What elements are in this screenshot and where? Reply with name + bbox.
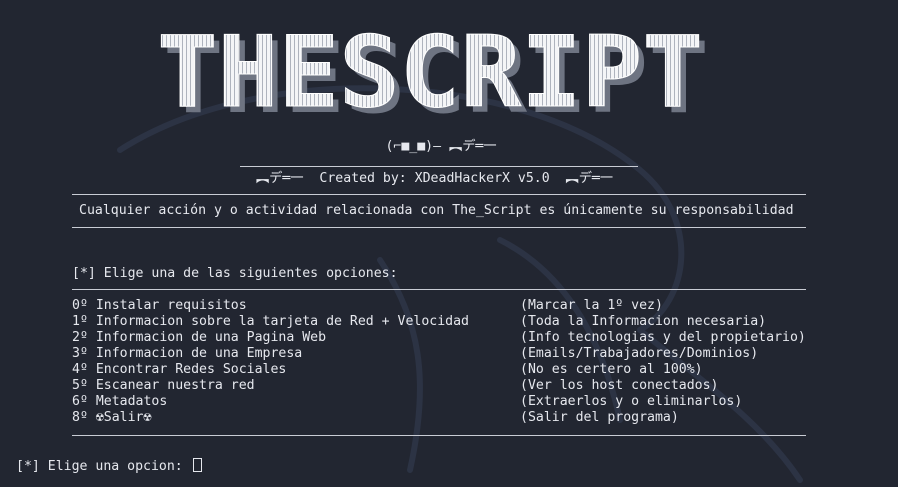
menu-option[interactable]: 5º Escanear nuestra red (Ver los host con…: [72, 378, 832, 394]
menu-option[interactable]: 2º Informacion de una Pagina Web (Info te…: [72, 330, 832, 346]
terminal-cursor[interactable]: [192, 458, 202, 472]
prompt-line[interactable]: [*] Elige una opcion:: [16, 458, 202, 475]
menu-option[interactable]: 6º Metadatos (Extraerlos y o eliminarlos): [72, 394, 832, 410]
disclaimer-text: Cualquier acción y o actividad relaciona…: [79, 203, 794, 218]
prompt-text: [*] Elige una opcion:: [16, 459, 191, 474]
gun-icon-left: ︻デ═一: [256, 171, 304, 186]
option-label: 1º Informacion sobre la tarjeta de Red +…: [72, 314, 469, 329]
divider: [72, 227, 806, 228]
option-label: 3º Informacion de una Empresa: [72, 346, 303, 361]
option-label: 8º ☢Salir☢: [72, 410, 152, 425]
option-description: (Marcar la 1º vez): [520, 298, 663, 313]
menu-heading: [*] Elige una de las siguientes opciones…: [72, 266, 398, 281]
ascii-face: (⌐■_■)– ︻デ═一: [385, 139, 497, 154]
option-label: 5º Escanear nuestra red: [72, 378, 255, 393]
option-description: (Salir del programa): [520, 410, 679, 425]
option-description: (Toda la Informacion necesaria): [520, 314, 767, 329]
logo-text: THESCRIPT: [157, 20, 703, 130]
divider: [72, 435, 806, 436]
option-description: (Extraerlos y o eliminarlos): [520, 394, 743, 409]
thescript-logo: THESCRIPT THESCRIPT: [157, 20, 710, 130]
menu-option[interactable]: 3º Informacion de una Empresa (Emails/Tra…: [72, 346, 832, 362]
menu-option[interactable]: 1º Informacion sobre la tarjeta de Red +…: [72, 314, 832, 330]
option-description: (No es certero al 100%): [520, 362, 703, 377]
option-description: (Ver los host conectados): [520, 378, 719, 393]
option-label: 6º Metadatos: [72, 394, 168, 409]
option-label: 0º Instalar requisitos: [72, 298, 247, 313]
option-label: 2º Informacion de una Pagina Web: [72, 330, 327, 345]
menu-option[interactable]: 8º ☢Salir☢ (Salir del programa): [72, 410, 832, 426]
menu-option[interactable]: 0º Instalar requisitos (Marcar la 1º vez): [72, 298, 832, 314]
credit-text: Created by: XDeadHackerX v5.0: [319, 171, 550, 186]
menu-option[interactable]: 4º Encontrar Redes Sociales (No es certer…: [72, 362, 832, 378]
divider: [72, 289, 806, 290]
option-description: (Info tecnologias y del propietario): [520, 330, 806, 345]
divider: [240, 166, 638, 167]
credit-line: ︻デ═一 Created by: XDeadHackerX v5.0 ︻デ═一: [256, 171, 613, 187]
option-label: 4º Encontrar Redes Sociales: [72, 362, 287, 377]
divider: [72, 194, 806, 195]
option-description: (Emails/Trabajadores/Dominios): [520, 346, 759, 361]
gun-icon-right: ︻デ═一: [565, 171, 614, 186]
